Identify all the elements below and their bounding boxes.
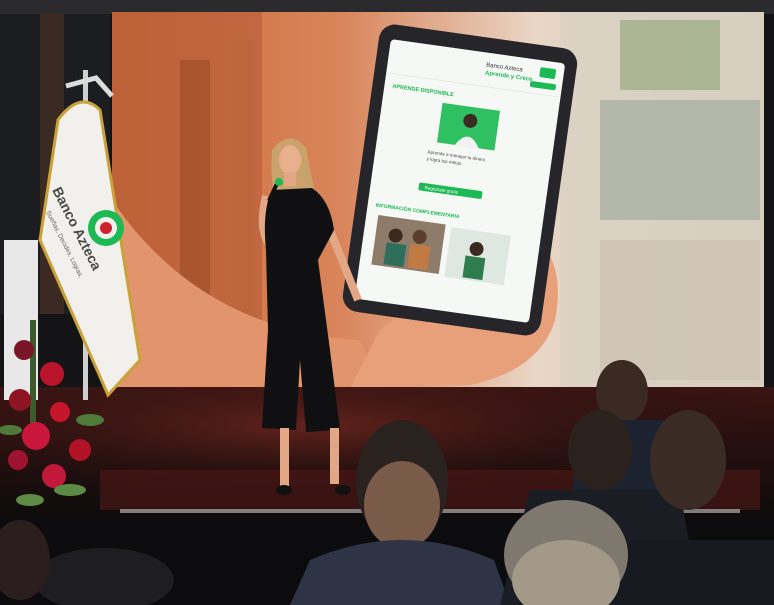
tablet-device: Banco Azteca Aprende y Crece APRENDE DIS… (342, 24, 578, 336)
event-photo: Banco Azteca Aprende y Crece APRENDE DIS… (0, 0, 774, 605)
